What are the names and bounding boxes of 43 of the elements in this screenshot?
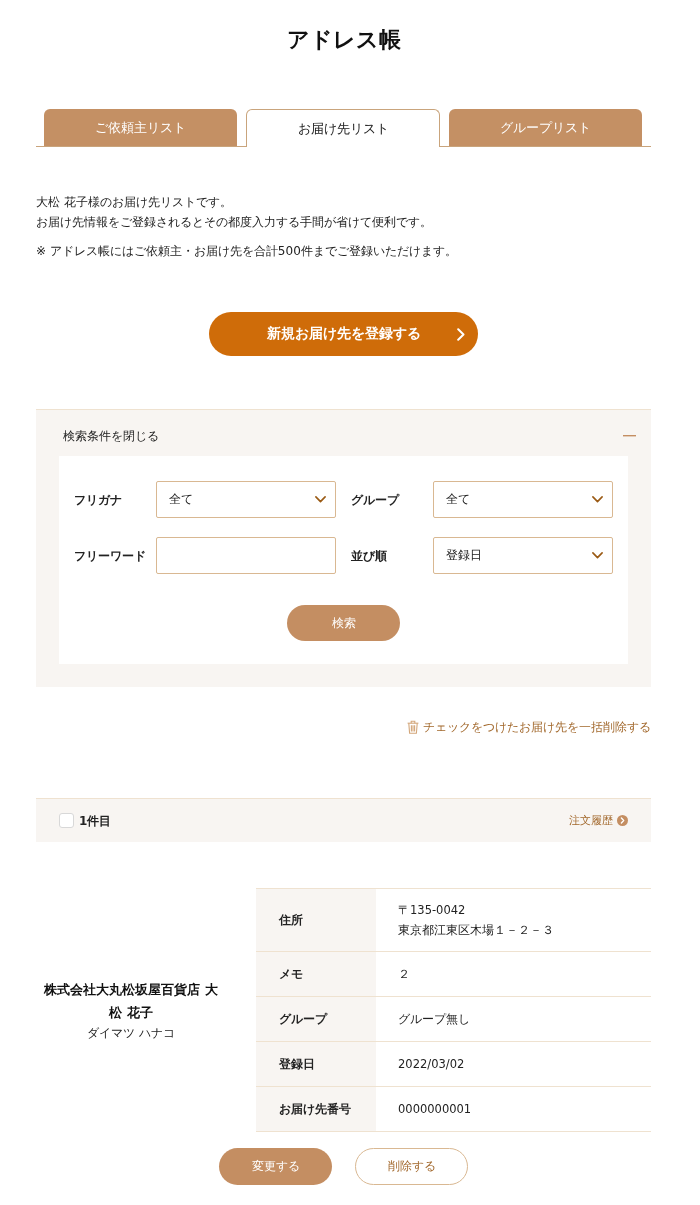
tab[interactable]: ご依頼主リスト [44,109,237,146]
detail-value: 2022/03/02 [398,1056,465,1073]
delete-button[interactable]: 削除する [355,1148,468,1185]
minus-icon[interactable] [623,435,636,437]
bulk-delete-link[interactable]: チェックをつけたお届け先を一括削除する [407,717,651,737]
intro-text: お届け先情報をご登録されるとその都度入力する手間が省けて便利です。 [36,215,432,229]
order-history-link[interactable]: 注文履歴 [569,812,628,829]
tab[interactable]: グループリスト [449,109,642,146]
select-field[interactable]: 登録日 [433,537,613,574]
select-field[interactable]: 全て [433,481,613,518]
detail-label-cell: グループ [256,997,376,1041]
chevron-circle-icon [617,815,628,826]
page-title: アドレス帳 [286,26,401,54]
search-toggle-label[interactable]: 検索条件を閉じる [63,428,159,444]
detail-label-cell: メモ [256,952,376,996]
detail-label-cell: お届け先番号 [256,1087,376,1131]
tab[interactable]: お届け先リスト [245,109,441,147]
checkbox[interactable] [59,813,74,828]
chevron-right-icon [457,327,465,341]
entry-count-label: 1件目 [79,812,112,829]
detail-value: 0000000001 [398,1101,472,1118]
detail-value: 〒135-0042 東京都江東区木場１－２－３ [398,902,554,939]
field-label: グループ [351,491,399,508]
field-label: フリーワード [74,547,146,564]
detail-value: ２ [398,966,410,983]
intro-text: 大松 花子様のお届け先リストです。 [36,195,232,209]
detail-label-cell: 住所 [256,889,376,951]
field-label: フリガナ [74,491,122,508]
detail-value: グループ無し [398,1011,470,1028]
detail-label-cell: 登録日 [256,1042,376,1086]
chevron-down-icon [315,496,326,503]
note-text: ※ アドレス帳にはご依頼主・お届け先を合計500件までご登録いただけます。 [36,244,457,258]
recipient-name: 株式会社大丸松坂屋百貨店 大松 花子 [43,981,219,1022]
select-field[interactable]: 全て [156,481,336,518]
input-field[interactable] [156,537,336,574]
edit-button[interactable]: 変更する [219,1148,332,1185]
chevron-down-icon [592,552,603,559]
field-label: 並び順 [351,547,387,564]
search-button[interactable]: 検索 [287,605,400,641]
register-button[interactable]: 新規お届け先を登録する [209,312,478,356]
trash-icon [407,720,419,734]
chevron-down-icon [592,496,603,503]
recipient-kana: ダイマツ ハナコ [87,1025,175,1042]
